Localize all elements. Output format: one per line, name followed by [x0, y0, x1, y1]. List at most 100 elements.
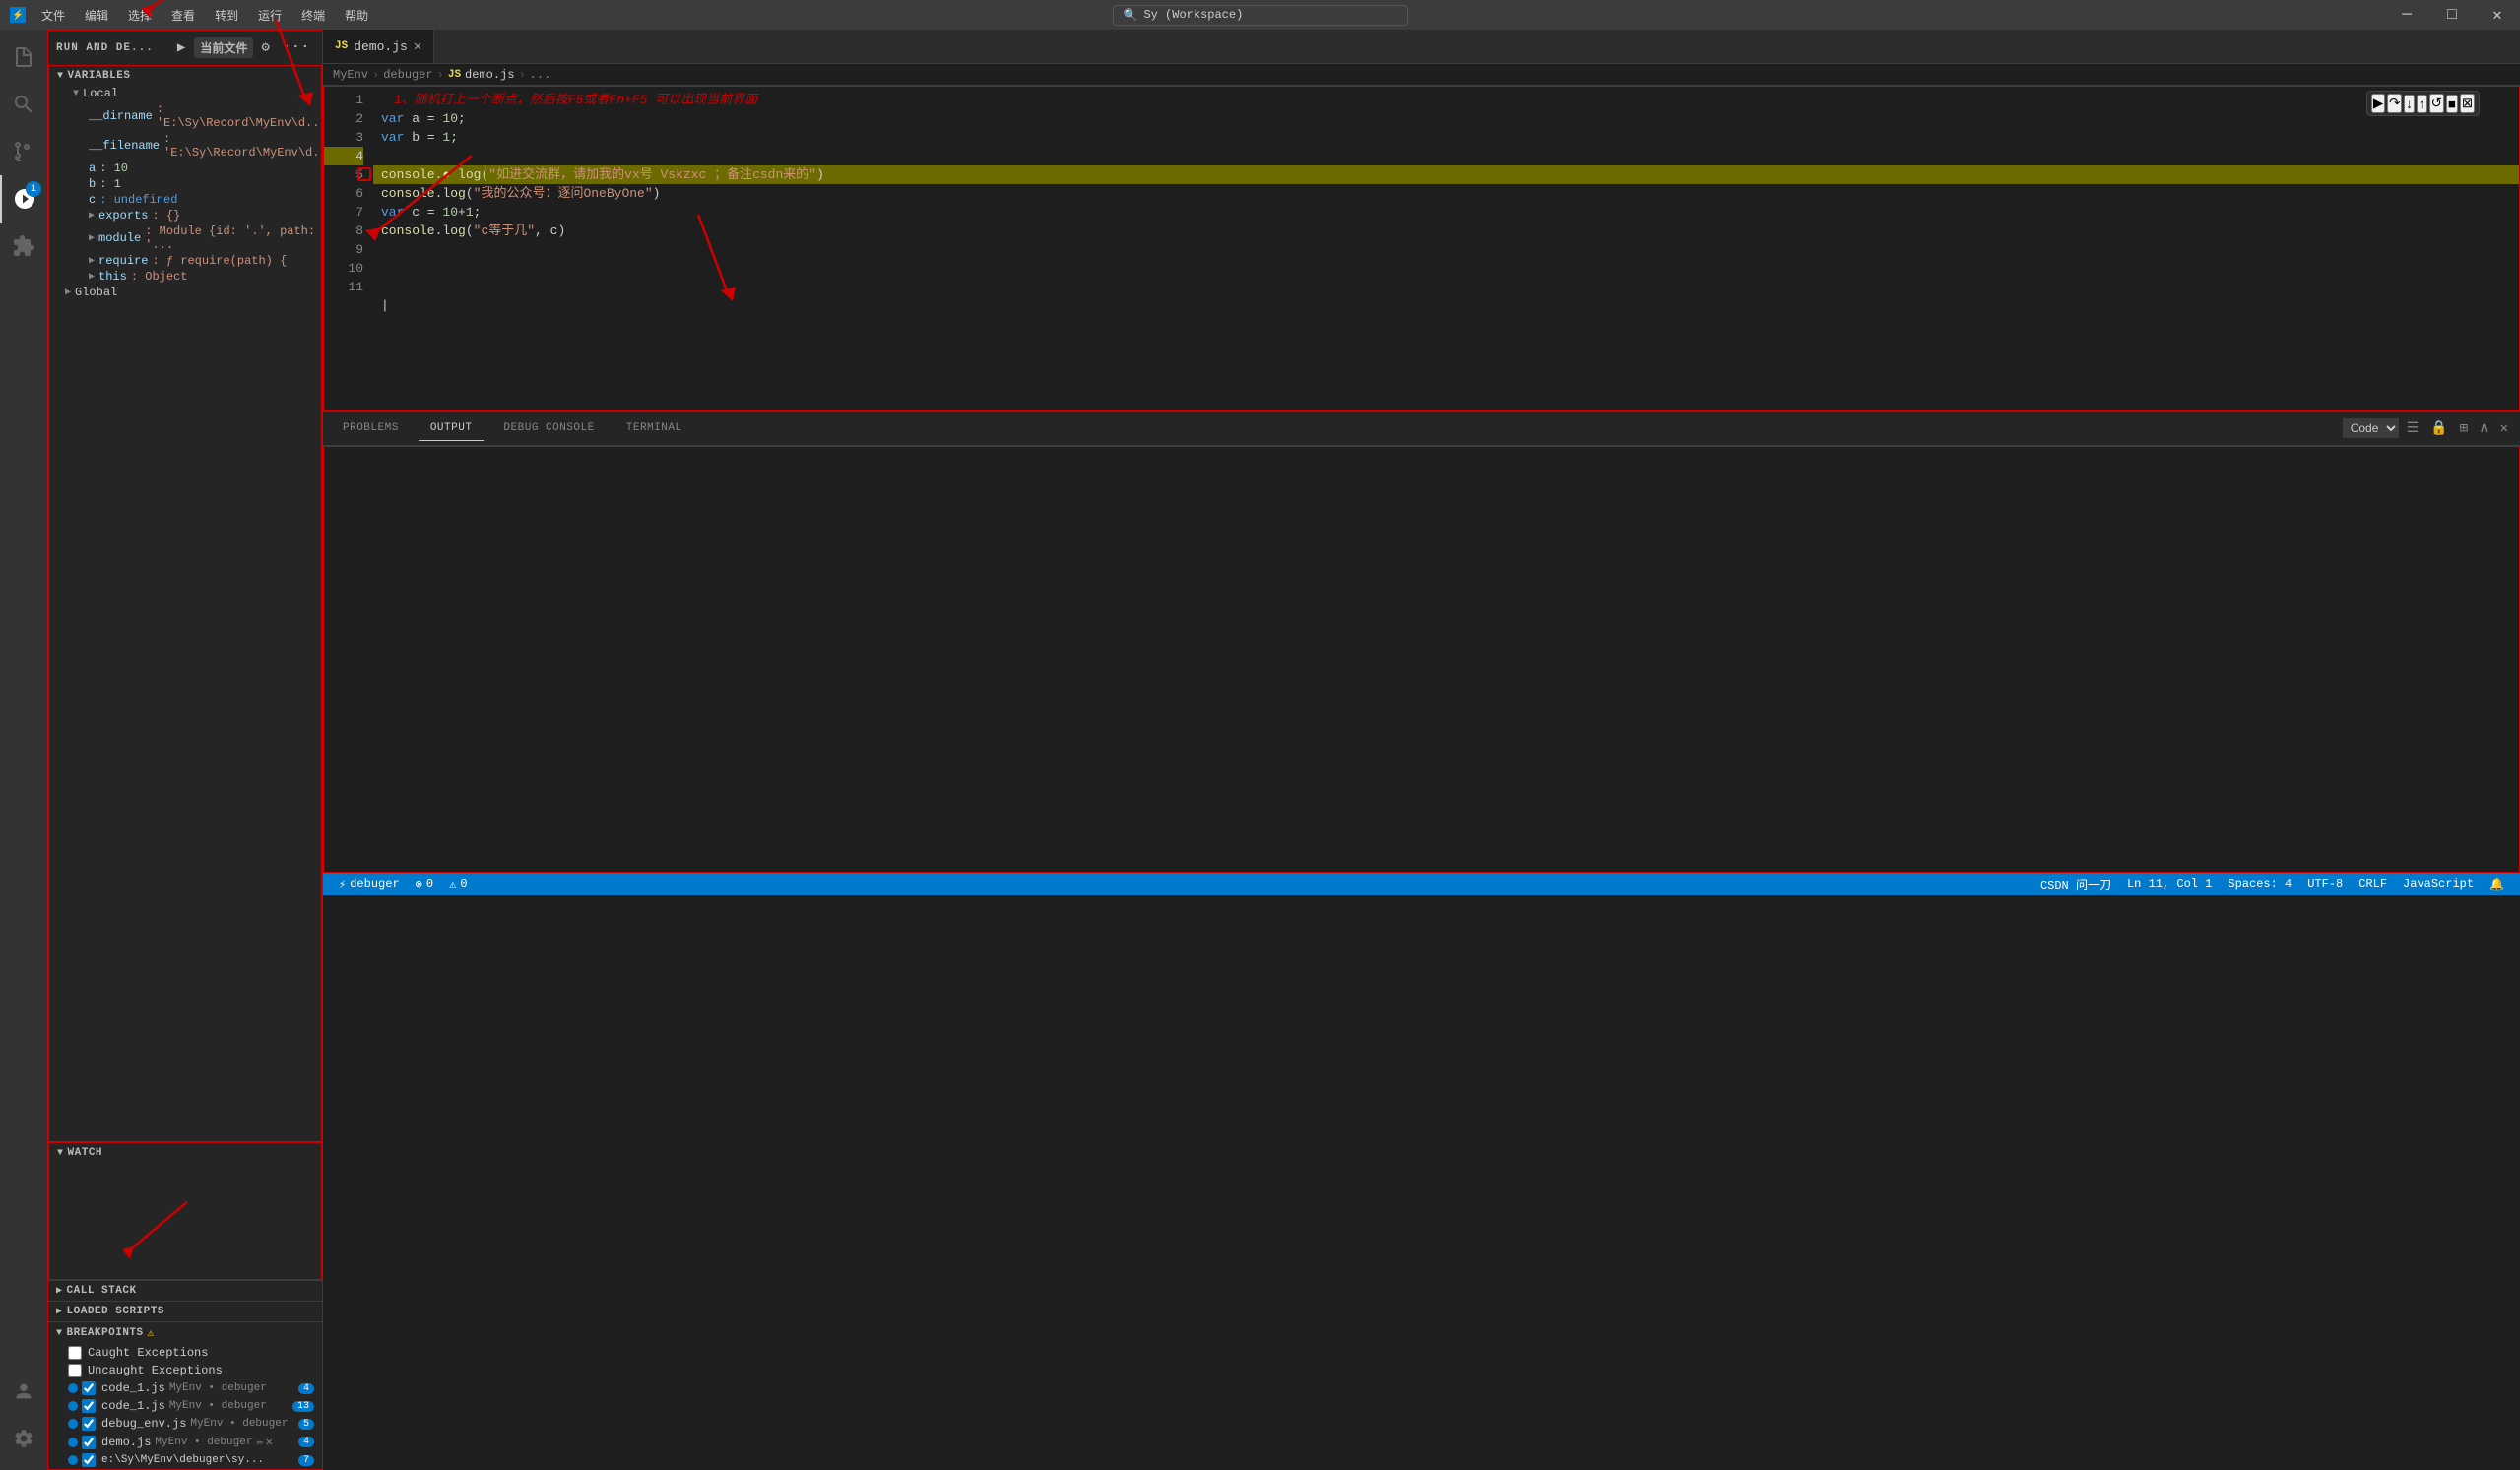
- menu-help[interactable]: 帮助: [337, 7, 376, 24]
- menu-run[interactable]: 运行: [250, 7, 290, 24]
- variables-section-header[interactable]: ▼ VARIABLES: [49, 66, 321, 86]
- bp-code1-1[interactable]: code_1.js MyEnv • debuger 4: [48, 1379, 322, 1397]
- minimize-button[interactable]: ─: [2384, 0, 2429, 30]
- status-cursor[interactable]: Ln 11, Col 1: [2119, 876, 2220, 893]
- menu-view[interactable]: 查看: [163, 7, 203, 24]
- line-num-6: 6: [324, 184, 363, 203]
- breadcrumb-myenv[interactable]: MyEnv: [333, 68, 368, 82]
- bp-debug-env[interactable]: debug_env.js MyEnv • debuger 5: [48, 1415, 322, 1433]
- activity-source-control[interactable]: [0, 128, 47, 175]
- status-bell[interactable]: 🔔: [2482, 876, 2512, 893]
- menu-terminal[interactable]: 终端: [293, 7, 333, 24]
- continue-button[interactable]: ▶: [2371, 94, 2385, 113]
- settings-gear-icon[interactable]: ⚙: [257, 37, 274, 58]
- bp-checkbox-code1-1[interactable]: [82, 1381, 96, 1395]
- run-button[interactable]: ▶: [173, 37, 190, 58]
- warning-count: 0: [460, 877, 467, 891]
- activity-account[interactable]: [0, 1368, 47, 1415]
- var-require[interactable]: ▶ require : ƒ require(path) {: [57, 253, 321, 269]
- tab-output[interactable]: OUTPUT: [419, 416, 485, 441]
- bp-edit-icon[interactable]: ✏: [256, 1435, 263, 1449]
- maximize-button[interactable]: □: [2429, 0, 2475, 30]
- code-lines[interactable]: 1、随机打上一个断点，然后按F5或者Fn+F5 可以出现当前界面 var a =…: [373, 87, 2519, 410]
- caught-exceptions-checkbox[interactable]: [68, 1346, 82, 1360]
- var-filename[interactable]: __filename : 'E:\Sy\Record\MyEnv\d...': [57, 131, 321, 160]
- panel-list-icon[interactable]: ☰: [2403, 418, 2423, 439]
- breadcrumb-file[interactable]: JS demo.js: [448, 68, 515, 82]
- tab-demo-js[interactable]: JS demo.js ✕: [323, 30, 434, 63]
- panel-lock-icon[interactable]: 🔒: [2426, 418, 2451, 439]
- status-errors[interactable]: ⊗ 0: [408, 877, 441, 892]
- status-debug[interactable]: ⚡ debuger: [331, 877, 408, 892]
- panel-split-icon[interactable]: ⊞: [2456, 418, 2472, 439]
- more-actions-icon[interactable]: ···: [279, 37, 314, 58]
- watch-section-header[interactable]: ▼ WATCH: [49, 1143, 321, 1163]
- bp-location-code1-1: MyEnv • debuger: [169, 1382, 267, 1394]
- global-expand-icon: ▶: [65, 287, 71, 298]
- restart-button[interactable]: ↺: [2429, 94, 2444, 113]
- editor-area[interactable]: ▶ ↷ ↓ ↑ ↺ ■ ⊠ 1 2: [323, 86, 2520, 411]
- tab-terminal[interactable]: TERMINAL: [614, 416, 694, 441]
- disconnect-button[interactable]: ⊠: [2460, 94, 2475, 113]
- local-group-header[interactable]: ▼ Local: [57, 86, 321, 101]
- status-spaces[interactable]: Spaces: 4: [2220, 876, 2299, 893]
- bp-sy[interactable]: e:\Sy\MyEnv\debuger\sy... 7: [48, 1451, 322, 1469]
- bp-checkbox-demo[interactable]: [82, 1436, 96, 1449]
- breakpoints-header[interactable]: ▼ BREAKPOINTS ⚠: [48, 1322, 322, 1344]
- tab-close-button[interactable]: ✕: [414, 38, 421, 55]
- breadcrumb-debuger[interactable]: debuger: [383, 68, 432, 82]
- dropdown-button[interactable]: 当前文件: [194, 37, 253, 58]
- status-warnings[interactable]: ⚠ 0: [441, 877, 475, 892]
- panel-minimize-icon[interactable]: ∧: [2476, 418, 2491, 439]
- bp-checkbox-sy[interactable]: [82, 1453, 96, 1467]
- bp-badge-sy: 7: [298, 1455, 314, 1466]
- bp-checkbox-debug-env[interactable]: [82, 1417, 96, 1431]
- activity-run-debug[interactable]: 1: [0, 175, 47, 223]
- activity-explorer[interactable]: [0, 33, 47, 81]
- callstack-header[interactable]: ▶ CALL STACK: [48, 1280, 322, 1301]
- status-eol[interactable]: CRLF: [2351, 876, 2395, 893]
- step-into-button[interactable]: ↓: [2404, 95, 2415, 113]
- stop-button[interactable]: ■: [2446, 95, 2458, 113]
- menu-goto[interactable]: 转到: [207, 7, 246, 24]
- var-b[interactable]: b : 1: [57, 176, 321, 192]
- search-bar[interactable]: 🔍 Sy (Workspace): [1113, 5, 1408, 26]
- output-source-select[interactable]: Code: [2343, 418, 2399, 438]
- bp-uncaught-exceptions: Uncaught Exceptions: [48, 1362, 322, 1379]
- panel-content[interactable]: [323, 446, 2520, 873]
- bp-remove-icon[interactable]: ✕: [266, 1435, 273, 1449]
- var-a[interactable]: a : 10: [57, 160, 321, 176]
- activity-search[interactable]: [0, 81, 47, 128]
- bp-code1-2[interactable]: code_1.js MyEnv • debuger 13: [48, 1397, 322, 1415]
- status-encoding[interactable]: UTF-8: [2299, 876, 2351, 893]
- var-this[interactable]: ▶ this : Object: [57, 269, 321, 285]
- menu-edit[interactable]: 编辑: [77, 7, 116, 24]
- loaded-scripts-header[interactable]: ▶ LOADED SCRIPTS: [48, 1301, 322, 1321]
- uncaught-exceptions-checkbox[interactable]: [68, 1364, 82, 1377]
- global-group-header[interactable]: ▶ Global: [49, 285, 321, 300]
- breadcrumb-more[interactable]: ...: [530, 68, 551, 82]
- step-over-button[interactable]: ↷: [2387, 94, 2402, 113]
- var-module[interactable]: ▶ module : Module {id: '.', path: '...: [57, 224, 321, 253]
- tab-debug-console[interactable]: DEBUG CONSOLE: [491, 416, 606, 441]
- activity-settings[interactable]: [0, 1415, 47, 1462]
- step-out-button[interactable]: ↑: [2417, 95, 2427, 113]
- menu-selection[interactable]: 选择: [120, 7, 160, 24]
- activity-extensions[interactable]: [0, 223, 47, 270]
- bp-demo[interactable]: demo.js MyEnv • debuger ✏ ✕ 4: [48, 1433, 322, 1451]
- bp-checkbox-code1-2[interactable]: [82, 1399, 96, 1413]
- status-language[interactable]: JavaScript: [2395, 876, 2482, 893]
- var-c[interactable]: c : undefined: [57, 192, 321, 208]
- panel-close-icon[interactable]: ✕: [2496, 418, 2512, 439]
- menu-file[interactable]: 文件: [33, 7, 73, 24]
- tab-problems[interactable]: PROBLEMS: [331, 416, 411, 441]
- line-num-9: 9: [324, 240, 363, 259]
- menu-bar: 文件 编辑 选择 查看 转到 运行 终端 帮助: [33, 7, 376, 24]
- bp-file-code1-2: code_1.js: [101, 1399, 165, 1413]
- var-dirname[interactable]: __dirname : 'E:\Sy\Record\MyEnv\d...': [57, 101, 321, 131]
- line-numbers: 1 2 3 4 5 6 7 8 9 10 11: [324, 87, 373, 410]
- var-exports[interactable]: ▶ exports : {}: [57, 208, 321, 224]
- status-csdn[interactable]: CSDN 问一刀: [2033, 876, 2119, 893]
- close-button[interactable]: ✕: [2475, 0, 2520, 30]
- bp-file-debug-env: debug_env.js: [101, 1417, 186, 1431]
